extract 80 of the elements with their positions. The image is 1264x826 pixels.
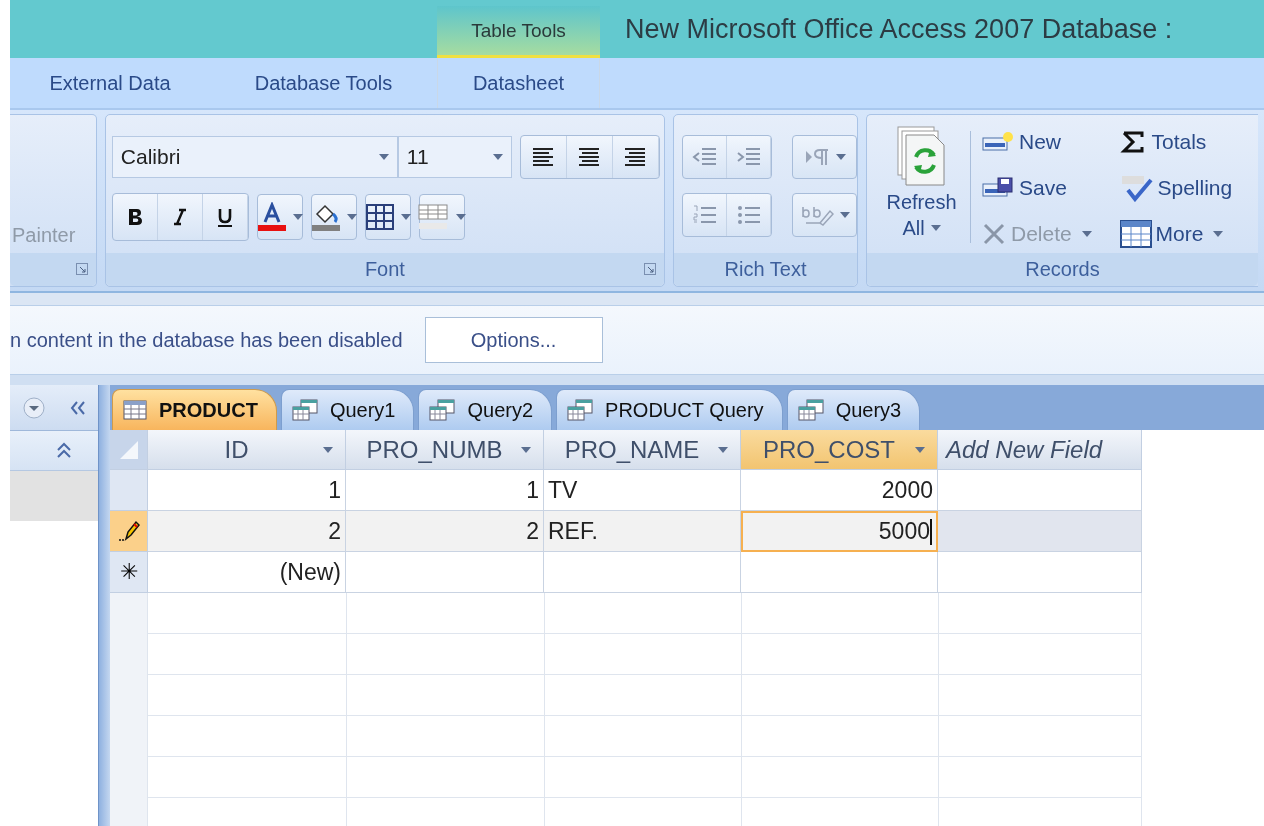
- column-header[interactable]: PRO_NAME: [544, 430, 741, 470]
- caret-icon: [1213, 231, 1224, 237]
- add-field-header[interactable]: Add New Field: [938, 430, 1142, 470]
- caret-icon: [521, 446, 531, 453]
- document-tab[interactable]: PRODUCT Query: [556, 389, 783, 430]
- pilcrow-icon: [803, 147, 830, 167]
- query-icon: [429, 399, 456, 421]
- decrease-indent-icon: [691, 146, 718, 168]
- column-header[interactable]: ID: [148, 430, 346, 470]
- caret-icon: [930, 225, 941, 231]
- table-cell: 2: [346, 511, 544, 552]
- align-center-icon: [578, 148, 601, 166]
- font-color-button[interactable]: [256, 194, 303, 240]
- options-button[interactable]: Options...: [424, 317, 603, 363]
- dropdown-circle-icon[interactable]: [21, 395, 46, 420]
- table-grid-icon: [1119, 220, 1152, 248]
- bulleted-list-icon: [735, 203, 762, 227]
- corner-triangle-icon: [119, 440, 138, 459]
- new-record-selector[interactable]: ✳: [110, 552, 148, 593]
- column-header[interactable]: PRO_COST: [741, 430, 938, 470]
- query-icon: [567, 399, 594, 421]
- caret-icon: [455, 214, 466, 220]
- query-icon: [797, 399, 824, 421]
- dialog-launcher-icon[interactable]: [75, 263, 88, 275]
- font-color-icon: [256, 202, 287, 232]
- document-tab[interactable]: Query1: [280, 389, 415, 430]
- row-selector[interactable]: [110, 511, 148, 552]
- group-label: Records: [1025, 258, 1100, 281]
- delete-icon: [981, 221, 1007, 247]
- contextual-group-label: Table Tools: [471, 19, 566, 42]
- fill-color-button[interactable]: [310, 194, 357, 240]
- spelling-button[interactable]: Spelling: [1119, 169, 1258, 207]
- column-header[interactable]: PRO_NUMB: [346, 430, 544, 470]
- document-tab[interactable]: PRODUCT: [112, 389, 277, 430]
- caret-icon: [323, 446, 333, 453]
- collapse-pane-icon[interactable]: [68, 399, 87, 416]
- more-button[interactable]: More: [1119, 215, 1258, 253]
- new-record-button[interactable]: New: [981, 123, 1120, 161]
- alternate-fill-button[interactable]: [418, 194, 465, 240]
- ribbon-tab[interactable]: External Data: [10, 58, 210, 108]
- group-label: Font: [364, 258, 405, 281]
- caret-icon: [1081, 231, 1092, 237]
- caret-icon: [839, 212, 850, 218]
- dialog-launcher-icon[interactable]: [644, 263, 656, 275]
- group-label: Rich Text: [724, 258, 807, 281]
- increase-indent-icon: [735, 146, 762, 168]
- save-record-icon: [981, 176, 1015, 200]
- query-icon: [291, 399, 318, 421]
- table-cell: REF.: [544, 511, 741, 552]
- document-tab[interactable]: Query3: [786, 389, 921, 430]
- table-cell: 2: [148, 511, 346, 552]
- paint-bucket-icon: [310, 202, 341, 232]
- ribbon-tab[interactable]: Database Tools: [210, 58, 437, 108]
- caret-icon: [292, 214, 303, 220]
- window-title: New Microsoft Office Access 2007 Database :: [625, 14, 1173, 45]
- font-name-dropdown[interactable]: Calibri: [111, 136, 398, 178]
- caret-icon: [718, 446, 728, 453]
- refresh-all-button[interactable]: Refresh All: [877, 123, 967, 241]
- security-warning-text: n content in the database has been disabled: [10, 328, 403, 352]
- save-record-button[interactable]: Save: [981, 169, 1120, 207]
- table-cell: 5000: [741, 511, 938, 552]
- table-icon: [123, 400, 147, 420]
- caret-icon: [346, 214, 357, 220]
- gridlines-button[interactable]: [364, 194, 411, 240]
- caret-icon: [400, 214, 411, 220]
- pencil-icon: [117, 519, 140, 543]
- new-record-icon: [981, 130, 1015, 154]
- spelling-check-icon: [1119, 174, 1154, 202]
- align-left-icon: [532, 148, 555, 166]
- caret-icon: [492, 154, 503, 160]
- align-right-icon: [624, 148, 647, 166]
- font-size-dropdown[interactable]: 11: [397, 136, 512, 178]
- caret-icon: [915, 446, 925, 453]
- document-tab[interactable]: Query2: [418, 389, 553, 430]
- alternate-rows-icon: [417, 204, 450, 230]
- grid-icon: [364, 203, 395, 231]
- totals-button[interactable]: Totals: [1119, 123, 1258, 161]
- caret-icon: [378, 154, 389, 160]
- caret-icon: [835, 154, 846, 160]
- collapse-group-icon[interactable]: [56, 441, 72, 460]
